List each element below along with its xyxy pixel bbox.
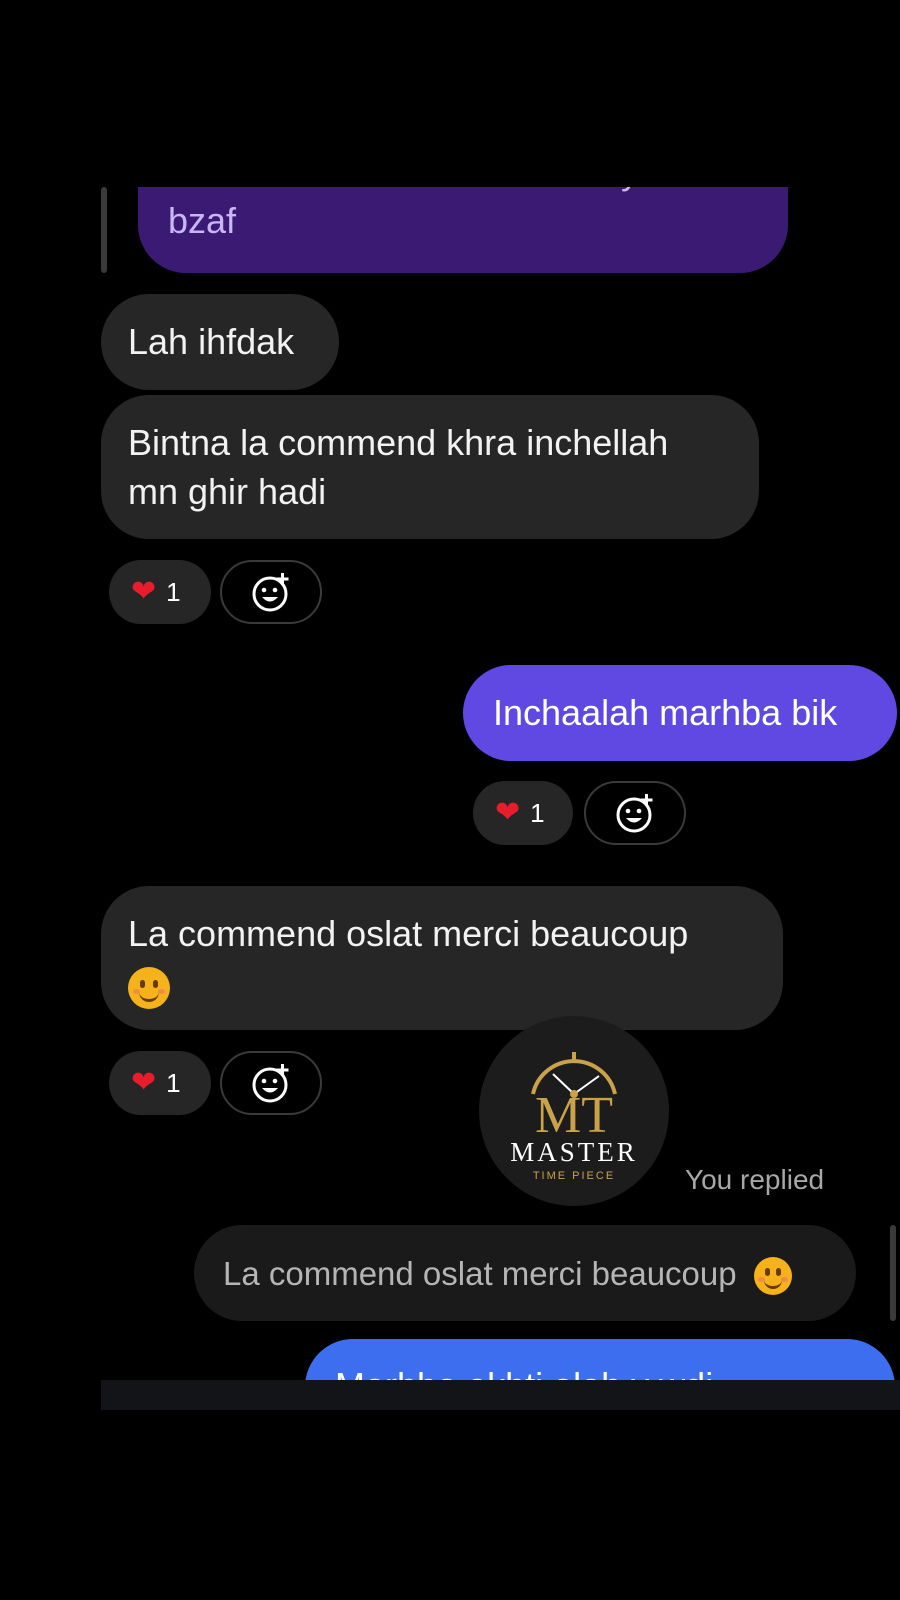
- add-reaction-icon: [616, 794, 653, 833]
- add-reaction-button[interactable]: [220, 1051, 322, 1115]
- message-text: Lah ihfdak: [128, 321, 295, 362]
- scrollbar[interactable]: [890, 1225, 896, 1321]
- message-text: mn ghir hadi: [128, 471, 327, 512]
- composer-bar-edge: [101, 1380, 900, 1410]
- heart-icon: ❤: [131, 1066, 157, 1099]
- reaction-pill[interactable]: ❤ 1: [109, 560, 211, 624]
- add-reaction-icon: [252, 573, 289, 612]
- add-reaction-button[interactable]: [220, 560, 322, 624]
- add-reaction-button[interactable]: [584, 781, 686, 845]
- reaction-pill[interactable]: ❤ 1: [473, 781, 573, 845]
- incoming-message-bubble[interactable]: Lah ihfdak: [101, 294, 339, 390]
- reaction-count: 1: [530, 797, 545, 828]
- message-text: Bintna la commend khra inchellah: [128, 422, 669, 463]
- message-text: Inchaalah marhba bik: [493, 692, 838, 733]
- message-text: Thanks dorna l'commande dyalk nbar: [168, 187, 758, 196]
- logo-tagline: TIME PIECE: [532, 1170, 616, 1182]
- quoted-text: La commend oslat merci beaucoup: [223, 1255, 737, 1292]
- reaction-count: 1: [166, 1067, 181, 1098]
- logo-monogram: MT: [535, 1087, 613, 1134]
- message-text: La commend oslat merci beaucoup: [128, 913, 689, 954]
- heart-icon: ❤: [131, 575, 157, 608]
- outgoing-message-bubble[interactable]: Thanks dorna l'commande dyalk nbar bzaf: [138, 187, 788, 273]
- you-replied-label: You replied: [685, 1164, 825, 1195]
- message-text: Marhba okhti alah y wdi: [335, 1365, 713, 1380]
- outgoing-message-bubble[interactable]: Inchaalah marhba bik: [463, 665, 897, 761]
- reaction-pill[interactable]: ❤ 1: [109, 1051, 211, 1115]
- logo-brand-name: MASTER: [510, 1137, 638, 1167]
- quoted-reply-bubble[interactable]: La commend oslat merci beaucoup: [194, 1225, 856, 1321]
- reaction-count: 1: [166, 576, 181, 607]
- message-text: bzaf: [168, 200, 237, 241]
- outgoing-message-bubble[interactable]: Marhba okhti alah y wdi: [305, 1339, 895, 1380]
- add-reaction-icon: [252, 1064, 289, 1103]
- incoming-message-bubble[interactable]: La commend oslat merci beaucoup: [101, 886, 783, 1030]
- smiling-face-emoji: [128, 967, 170, 1010]
- heart-icon: ❤: [495, 796, 521, 829]
- message-thread[interactable]: Thanks dorna l'commande dyalk nbar bzaf …: [101, 187, 900, 1380]
- brand-watermark-logo: MT MASTER TIME PIECE: [479, 1016, 669, 1206]
- incoming-message-bubble[interactable]: Bintna la commend khra inchellah mn ghir…: [101, 395, 759, 539]
- smiling-face-emoji: [753, 1257, 792, 1296]
- clock-monogram-icon: MT: [531, 1052, 617, 1144]
